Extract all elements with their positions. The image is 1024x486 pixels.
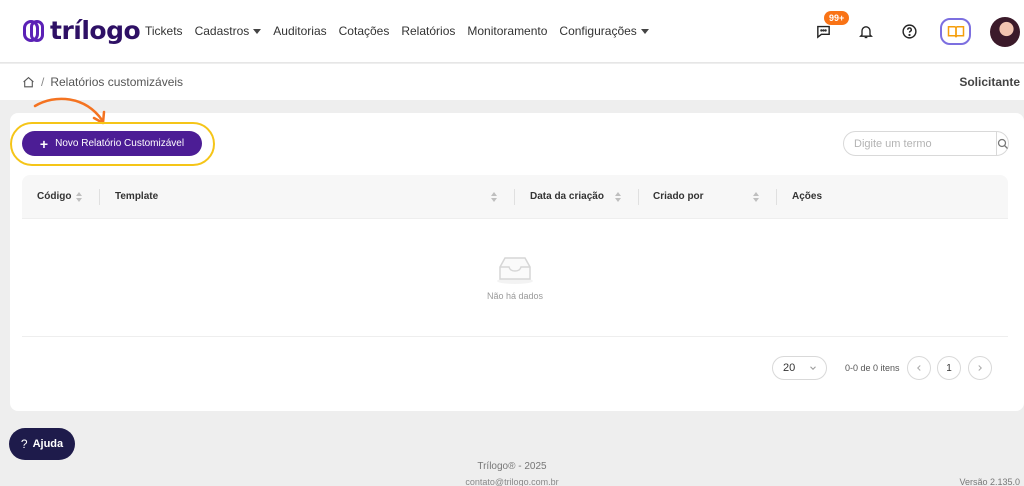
column-header-codigo[interactable]: Código [37, 191, 71, 202]
next-page-button[interactable] [968, 356, 992, 380]
pagination-range: 0-0 de 0 itens [845, 363, 900, 373]
prev-page-button[interactable] [907, 356, 931, 380]
main-nav: Tickets Cadastros Auditorias Cotações Re… [145, 24, 661, 38]
page-size-select[interactable]: 20 [772, 356, 827, 380]
page-size-value: 20 [783, 362, 796, 374]
nav-item-tickets[interactable]: Tickets [145, 24, 183, 38]
empty-text: Não há dados [486, 291, 544, 301]
nav-item-monitoramento[interactable]: Monitoramento [467, 24, 547, 38]
new-report-button[interactable]: + Novo Relatório Customizável [22, 131, 202, 156]
search-icon [997, 138, 1008, 149]
home-icon[interactable] [22, 76, 35, 89]
column-divider [776, 189, 777, 205]
user-role: Solicitante [959, 75, 1020, 89]
empty-state: Não há dados [22, 220, 1008, 337]
column-divider [99, 189, 100, 205]
help-floating-button[interactable]: ? Ajuda [9, 428, 75, 460]
logo-text: trílogo [50, 16, 141, 45]
search-button[interactable] [996, 132, 1009, 155]
chevron-down-icon [640, 28, 649, 34]
question-icon: ? [20, 437, 28, 451]
help-button[interactable] [898, 20, 920, 42]
bell-icon [859, 25, 873, 38]
page-button-1[interactable]: 1 [937, 356, 961, 380]
sort-icon[interactable] [76, 191, 84, 203]
footer-copyright: Trílogo® - 2025 [477, 461, 547, 472]
notification-badge: 99+ [824, 11, 850, 25]
nav-item-cadastros[interactable]: Cadastros [195, 24, 262, 38]
breadcrumb-bar: / Relatórios customizáveis Solicitante [0, 64, 1024, 100]
app-version: Versão 2.135.0 [959, 477, 1020, 486]
sort-icon[interactable] [615, 191, 623, 203]
help-button-label: Ajuda [32, 438, 64, 450]
chevron-right-icon [978, 365, 982, 371]
chevron-down-icon [810, 366, 816, 370]
notifications-button[interactable] [855, 20, 877, 42]
help-circle-icon [901, 23, 917, 39]
book-icon [947, 25, 964, 37]
sort-icon[interactable] [491, 191, 499, 203]
knowledge-base-button[interactable] [940, 18, 971, 45]
new-report-button-label: Novo Relatório Customizável [55, 138, 185, 149]
column-divider [638, 189, 639, 205]
chevron-down-icon [253, 28, 262, 34]
breadcrumb: / Relatórios customizáveis [22, 75, 183, 89]
search-box [843, 131, 1009, 156]
chevron-left-icon [917, 365, 921, 371]
column-header-data-criacao[interactable]: Data da criação [530, 191, 604, 202]
avatar[interactable] [990, 17, 1020, 47]
nav-item-relatorios[interactable]: Relatórios [401, 24, 455, 38]
nav-item-auditorias[interactable]: Auditorias [273, 24, 326, 38]
empty-inbox-icon [497, 257, 533, 284]
nav-item-configuracoes[interactable]: Configurações [559, 24, 649, 38]
page-number: 1 [946, 362, 952, 374]
table-header: Código Template Data da criação Criado p… [22, 175, 1008, 219]
logo[interactable]: trílogo [23, 16, 141, 45]
sort-icon[interactable] [753, 191, 761, 203]
logo-icon [23, 18, 45, 44]
top-navbar: trílogo Tickets Cadastros Auditorias Cot… [0, 0, 1024, 63]
column-header-criado-por[interactable]: Criado por [653, 191, 704, 202]
search-input[interactable] [844, 137, 996, 150]
breadcrumb-separator: / [41, 75, 45, 89]
column-header-acoes: Ações [792, 191, 823, 202]
nav-item-cotacoes[interactable]: Cotações [339, 24, 390, 38]
footer-contact[interactable]: contato@trilogo.com.br [0, 477, 1024, 486]
column-header-template[interactable]: Template [115, 191, 158, 202]
column-divider [514, 189, 515, 205]
breadcrumb-current: Relatórios customizáveis [50, 75, 184, 89]
plus-icon: + [39, 135, 49, 152]
chat-icon [816, 25, 830, 39]
